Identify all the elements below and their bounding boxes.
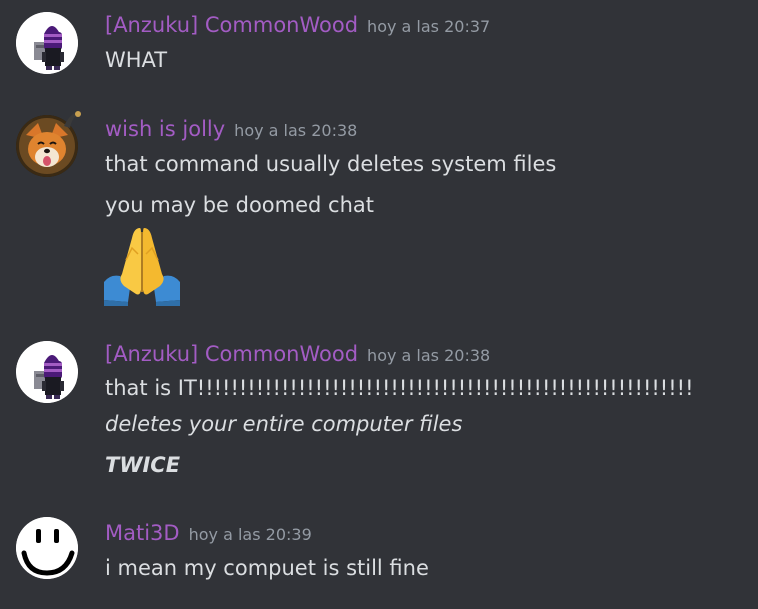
- message-text: TWICE: [105, 453, 181, 477]
- timestamp[interactable]: hoy a las 20:39: [189, 525, 312, 544]
- folded-hands-emoji-icon: [104, 228, 180, 306]
- timestamp[interactable]: hoy a las 20:38: [367, 346, 490, 365]
- message-header: [Anzuku] CommonWood hoy a las 20:37: [105, 13, 490, 37]
- message-text: that is IT!!!!!!!!!!!!!!!!!!!!!!!!!!!!!!…: [105, 376, 694, 400]
- message-text: WHAT: [105, 48, 168, 72]
- username[interactable]: wish is jolly: [105, 117, 225, 141]
- timestamp[interactable]: hoy a las 20:38: [234, 121, 357, 140]
- chat-messages: [Anzuku] CommonWood hoy a las 20:37 WHAT: [0, 0, 758, 609]
- purple-hooded-robot-avatar-icon: [16, 12, 78, 74]
- message-text: i mean my compuet is still fine: [105, 556, 429, 580]
- message-text: that command usually deletes system file…: [105, 152, 557, 176]
- moon-icon: [64, 111, 82, 128]
- avatar[interactable]: [16, 341, 78, 403]
- username[interactable]: Mati3D: [105, 521, 180, 545]
- message-header: wish is jolly hoy a las 20:38: [105, 117, 357, 141]
- avatar[interactable]: [16, 12, 78, 74]
- message-header: [Anzuku] CommonWood hoy a las 20:38: [105, 342, 490, 366]
- message-text: deletes your entire computer files: [105, 412, 463, 436]
- purple-hooded-robot-avatar-icon: [16, 341, 78, 403]
- username[interactable]: [Anzuku] CommonWood: [105, 342, 358, 366]
- avatar[interactable]: [16, 517, 78, 579]
- message-text: you may be doomed chat: [105, 193, 374, 217]
- timestamp[interactable]: hoy a las 20:37: [367, 17, 490, 36]
- smiley-face-avatar-icon: [16, 517, 78, 579]
- username[interactable]: [Anzuku] CommonWood: [105, 13, 358, 37]
- message-header: Mati3D hoy a las 20:39: [105, 521, 312, 545]
